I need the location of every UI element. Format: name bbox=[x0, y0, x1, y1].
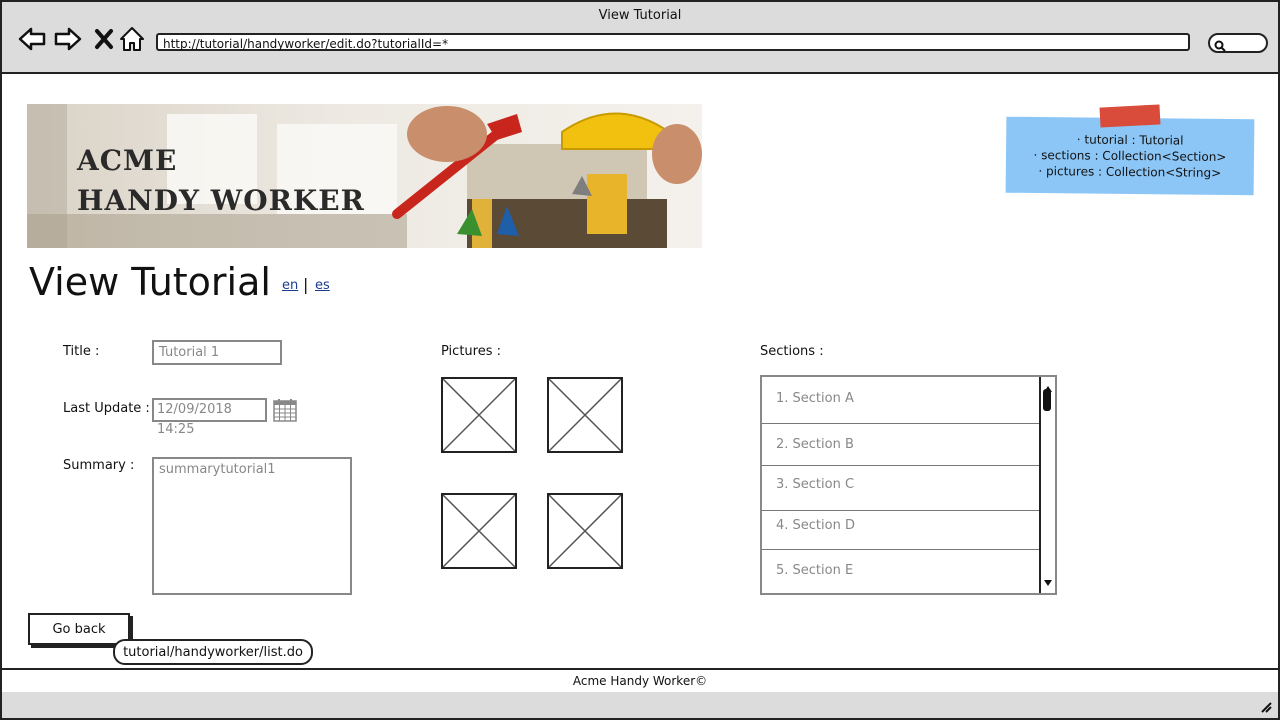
title-label: Title : bbox=[63, 344, 100, 359]
list-item[interactable]: 1. Section A bbox=[762, 377, 1042, 424]
go-back-link-tooltip: tutorial/handyworker/list.do bbox=[113, 639, 313, 665]
home-icon[interactable] bbox=[118, 26, 146, 52]
model-attributes-note: · tutorial : Tutorial · sections : Colle… bbox=[1005, 116, 1255, 196]
summary-textarea[interactable]: summarytutorial1 bbox=[152, 457, 352, 595]
language-separator: | bbox=[303, 275, 309, 294]
sections-list[interactable]: 1. Section A 2. Section B 3. Section C 4… bbox=[760, 375, 1057, 595]
calendar-icon[interactable] bbox=[273, 398, 297, 426]
search-icon bbox=[1214, 37, 1226, 56]
language-es-link[interactable]: es bbox=[315, 278, 330, 293]
stop-icon[interactable] bbox=[90, 26, 118, 52]
browser-window: View Tutorial http://tutorial/handyworke… bbox=[0, 0, 1280, 720]
title-field[interactable]: Tutorial 1 bbox=[152, 340, 282, 365]
summary-label: Summary : bbox=[63, 458, 135, 473]
pictures-label: Pictures : bbox=[441, 344, 501, 359]
banner-title-line1: ACME bbox=[77, 144, 178, 177]
resize-grip-icon[interactable] bbox=[1258, 698, 1272, 717]
browser-search-field[interactable] bbox=[1208, 33, 1268, 53]
language-en-link[interactable]: en bbox=[282, 278, 298, 293]
note-tape bbox=[1099, 104, 1161, 128]
scrollbar-thumb[interactable] bbox=[1043, 389, 1051, 411]
last-update-field[interactable]: 12/09/2018 14:25 bbox=[152, 398, 267, 437]
list-item[interactable]: 3. Section C bbox=[762, 466, 1042, 511]
go-back-button[interactable]: Go back bbox=[28, 613, 130, 645]
browser-statusbar bbox=[2, 692, 1278, 718]
acme-handy-worker-banner: ACME HANDY WORKER bbox=[27, 104, 702, 248]
note-line-pictures: · pictures : Collection<String> bbox=[1038, 164, 1222, 180]
list-item[interactable]: 5. Section E bbox=[762, 550, 1042, 593]
list-item[interactable]: 2. Section B bbox=[762, 424, 1042, 466]
picture-placeholder-image bbox=[547, 493, 623, 569]
window-title: View Tutorial bbox=[598, 8, 682, 23]
back-arrow-icon[interactable] bbox=[18, 26, 46, 52]
banner-title-line2: HANDY WORKER bbox=[77, 184, 365, 217]
sections-label: Sections : bbox=[760, 344, 824, 359]
url-bar[interactable]: http://tutorial/handyworker/edit.do?tuto… bbox=[156, 33, 1190, 51]
picture-placeholder-image bbox=[547, 377, 623, 453]
forward-arrow-icon[interactable] bbox=[54, 26, 82, 52]
page-footer: Acme Handy Worker© bbox=[2, 668, 1278, 694]
scroll-down-arrow-icon[interactable] bbox=[1043, 572, 1053, 591]
last-update-label: Last Update : bbox=[63, 401, 150, 416]
picture-placeholder-image bbox=[441, 377, 517, 453]
browser-titlebar: View Tutorial http://tutorial/handyworke… bbox=[2, 2, 1278, 74]
list-item[interactable]: 4. Section D bbox=[762, 511, 1042, 550]
sections-scrollbar[interactable] bbox=[1039, 377, 1055, 593]
picture-placeholder-image bbox=[441, 493, 517, 569]
page-title: View Tutorial bbox=[29, 260, 271, 304]
